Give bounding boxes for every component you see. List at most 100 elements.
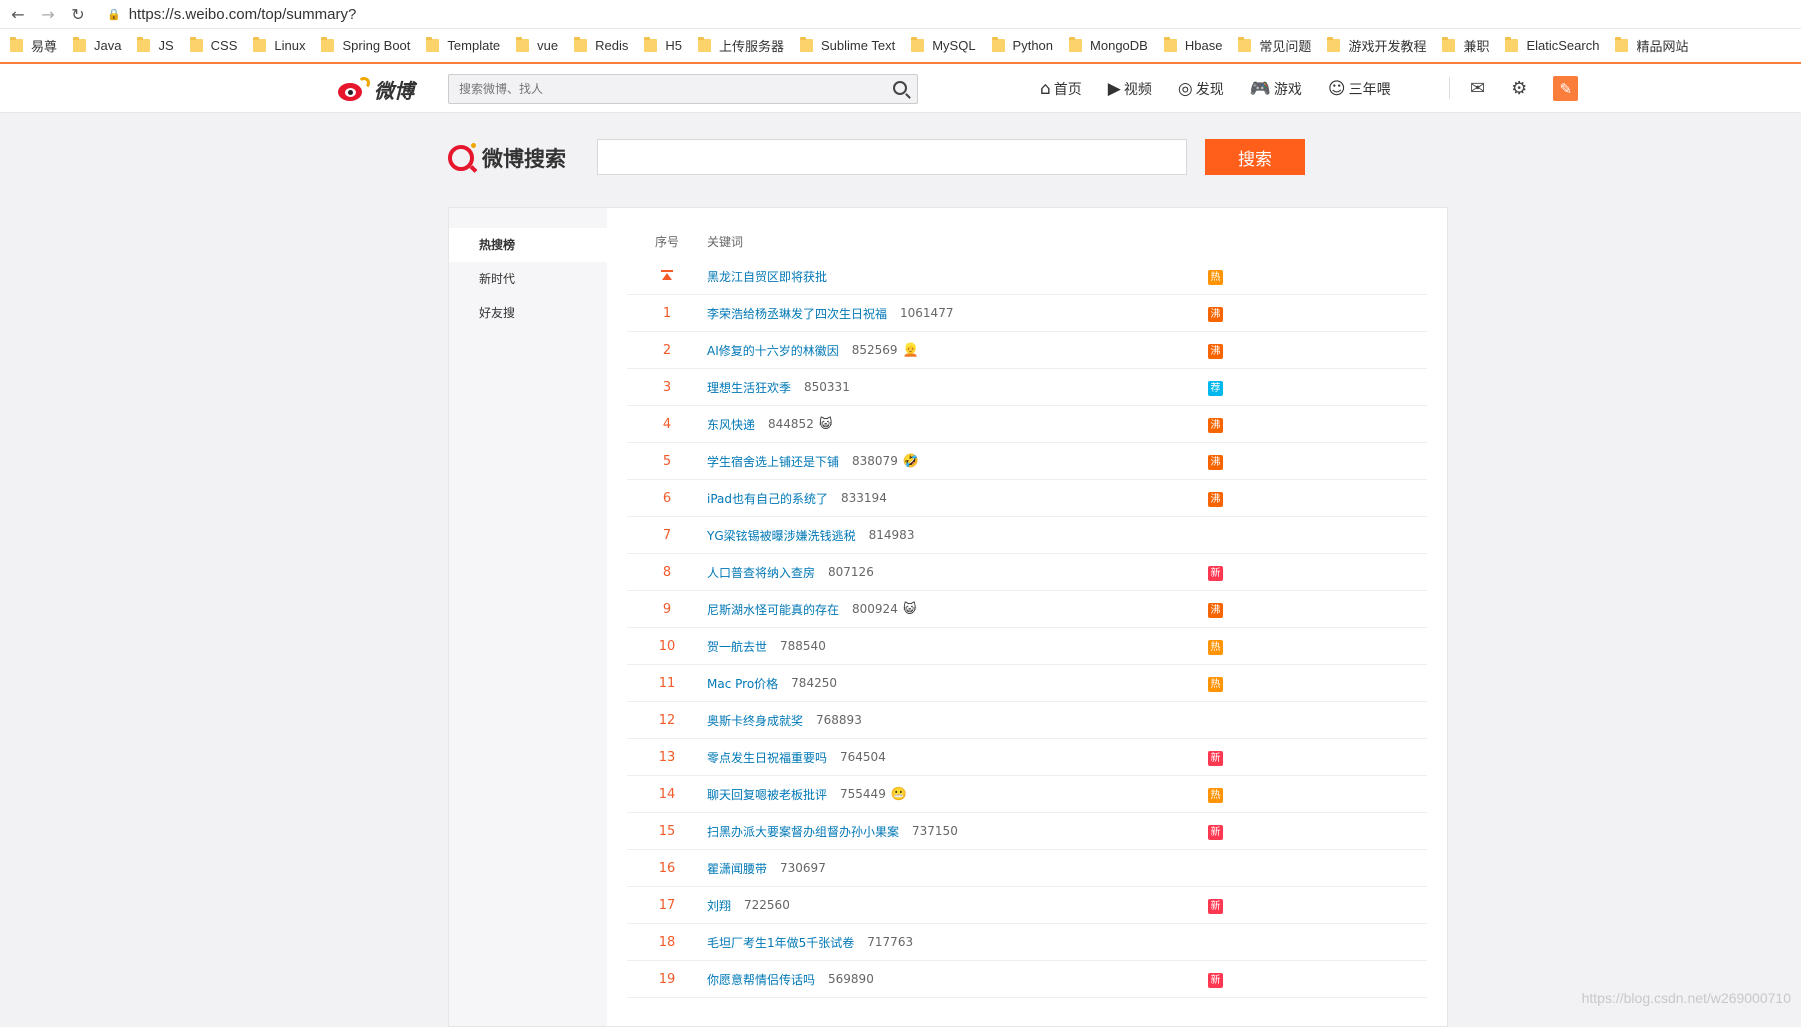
search-count: 833194 [841,491,887,505]
bookmark-item[interactable]: Redis [574,38,628,53]
user-icon: ☺ [1328,79,1346,99]
bookmark-label: ElaticSearch [1526,38,1599,53]
bookmark-item[interactable]: Template [426,38,500,53]
folder-icon [992,39,1005,52]
search-count: 569890 [828,972,874,986]
rank-number: 18 [627,935,707,950]
bookmark-item[interactable]: vue [516,38,558,53]
search-count: 784250 [791,676,837,690]
reload-icon[interactable]: ↻ [63,0,93,29]
bookmark-item[interactable]: 游戏开发教程 [1327,36,1426,55]
rank-number: 15 [627,824,707,839]
back-arrow-icon[interactable]: ← [3,0,33,29]
game-icon: 🎮 [1250,79,1271,99]
menu-item-home[interactable]: ⌂首页 [1040,79,1082,99]
weibo-eye-icon [336,77,370,102]
keyword-link[interactable]: 理想生活狂欢季 [707,379,791,396]
keyword-link[interactable]: YG梁铉锡被曝涉嫌洗钱逃税 [707,527,856,544]
table-row: 5学生宿舍选上铺还是下铺838079🤣沸 [627,443,1427,480]
gear-icon[interactable]: ⚙ [1511,78,1527,99]
column-header-rank: 序号 [627,233,707,250]
folder-icon [1327,39,1340,52]
search-count: 764504 [840,750,886,764]
menu-item-user[interactable]: ☺三年喂 [1328,79,1391,99]
folder-icon [698,39,711,52]
status-badge: 沸 [1208,455,1223,470]
keyword-link[interactable]: 毛坦厂考生1年做5千张试卷 [707,934,854,951]
bookmark-item[interactable]: Spring Boot [321,38,410,53]
bookmark-item[interactable]: Linux [253,38,305,53]
keyword-link[interactable]: 你愿意帮情侣传话吗 [707,971,815,988]
url-field[interactable]: https://s.weibo.com/top/summary? [129,6,357,23]
weibo-search-icon [448,145,474,171]
bookmark-item[interactable]: H5 [644,38,682,53]
hot-search-list: 序号 关键词 黑龙江自贸区即将获批热1李荣浩给杨丞琳发了四次生日祝福106147… [627,208,1427,998]
keyword-link[interactable]: 贺一航去世 [707,638,767,655]
bookmark-item[interactable]: JS [137,38,173,53]
search-header: 微博搜索 搜索 [0,113,1801,203]
keyword-link[interactable]: 扫黑办派大要案督办组督办孙小果案 [707,823,899,840]
bookmark-item[interactable]: 易尊 [10,36,57,55]
main-search-input[interactable] [598,140,1186,174]
search-count: 814983 [869,528,915,542]
rank-number: 1 [627,306,707,321]
keyword-link[interactable]: 人口普查将纳入查房 [707,564,815,581]
keyword-link[interactable]: 李荣浩给杨丞琳发了四次生日祝福 [707,305,887,322]
keyword-link[interactable]: 瞿潇闻腰带 [707,860,767,877]
keyword-link[interactable]: 东风快递 [707,416,755,433]
emoji-icon: 😺 [903,602,917,617]
table-row: 17刘翔722560新 [627,887,1427,924]
status-badge: 新 [1208,973,1223,988]
status-badge: 沸 [1208,492,1223,507]
bookmark-item[interactable]: MySQL [911,38,975,53]
keyword-link[interactable]: iPad也有自己的系统了 [707,490,828,507]
bookmark-item[interactable]: Python [992,38,1053,53]
search-count: 737150 [912,824,958,838]
bookmark-item[interactable]: 精品网站 [1615,36,1688,55]
keyword-link[interactable]: 零点发生日祝福重要吗 [707,749,827,766]
keyword-link[interactable]: AI修复的十六岁的林徽因 [707,342,839,359]
menu-item-label: 游戏 [1274,79,1302,99]
keyword-link[interactable]: 尼斯湖水怪可能真的存在 [707,601,839,618]
table-row: 18毛坦厂考生1年做5千张试卷717763 [627,924,1427,961]
menu-item-game[interactable]: 🎮游戏 [1250,79,1302,99]
keyword-link[interactable]: Mac Pro价格 [707,675,778,692]
status-badge: 沸 [1208,307,1223,322]
bookmark-item[interactable]: 上传服务器 [698,36,784,55]
weibo-logo[interactable]: 微博 [336,75,414,104]
rank-number: 14 [627,787,707,802]
bookmark-item[interactable]: 兼职 [1442,36,1489,55]
bookmark-label: 兼职 [1463,36,1489,55]
keyword-link[interactable]: 奥斯卡终身成就奖 [707,712,803,729]
sidebar-item[interactable]: 新时代 [449,262,607,296]
sidebar-item[interactable]: 好友搜 [449,296,607,330]
top-search-input[interactable] [449,75,869,103]
discover-icon: ◎ [1178,79,1193,99]
bookmark-item[interactable]: CSS [190,38,238,53]
bookmark-item[interactable]: Sublime Text [800,38,895,53]
mail-icon[interactable]: ✉ [1470,78,1485,99]
search-button[interactable]: 搜索 [1205,139,1305,175]
keyword-link[interactable]: 刘翔 [707,897,731,914]
table-row: 19你愿意帮情侣传话吗569890新 [627,961,1427,998]
bookmark-item[interactable]: ElaticSearch [1505,38,1599,53]
menu-item-discover[interactable]: ◎发现 [1178,79,1224,99]
table-row: 6iPad也有自己的系统了833194沸 [627,480,1427,517]
bookmark-item[interactable]: MongoDB [1069,38,1148,53]
keyword-link[interactable]: 聊天回复嗯被老板批评 [707,786,827,803]
forward-arrow-icon[interactable]: → [33,0,63,29]
search-icon[interactable] [893,81,907,95]
bookmark-item[interactable]: Hbase [1164,38,1223,53]
compose-icon[interactable]: ✎ [1553,76,1578,101]
sidebar-item[interactable]: 热搜榜 [449,228,607,262]
keyword-link[interactable]: 学生宿舍选上铺还是下铺 [707,453,839,470]
keyword-link[interactable]: 黑龙江自贸区即将获批 [707,268,827,285]
folder-icon [1238,39,1251,52]
bookmark-item[interactable]: Java [73,38,121,53]
menu-item-label: 首页 [1054,79,1082,99]
search-count: 807126 [828,565,874,579]
folder-icon [321,39,334,52]
bookmark-item[interactable]: 常见问题 [1238,36,1311,55]
menu-item-video[interactable]: ▶视频 [1108,79,1152,99]
bookmark-label: CSS [211,38,238,53]
